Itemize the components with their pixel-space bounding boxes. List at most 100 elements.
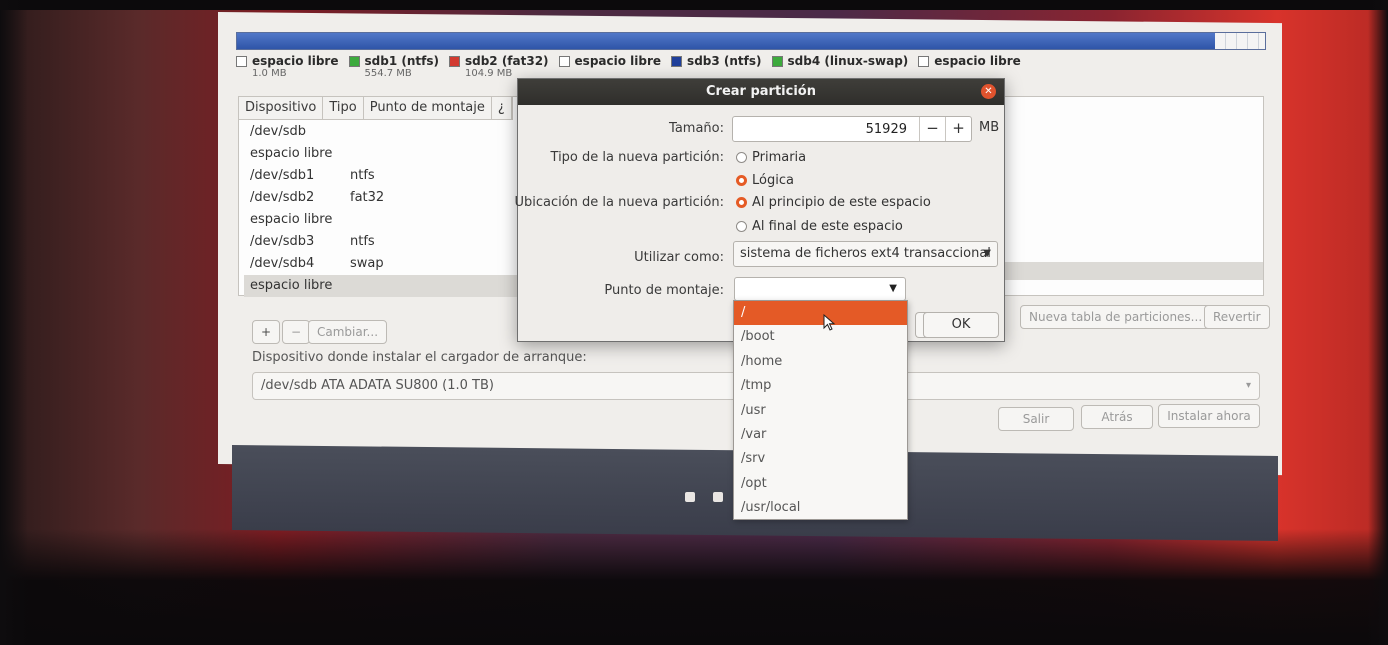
legend-size: 554.7 MB — [364, 68, 412, 79]
legend-label: espacio libre — [252, 54, 339, 68]
progress-dots — [685, 492, 723, 502]
table-row[interactable]: /dev/sdb2 fat32 — [244, 187, 519, 209]
radio-icon — [736, 152, 747, 163]
revert-button[interactable]: Revertir — [1204, 305, 1270, 329]
table-row[interactable]: espacio libre — [244, 209, 519, 231]
size-unit: MB — [979, 120, 1000, 135]
legend-item: sdb3 (ntfs) — [671, 54, 762, 79]
legend-swatch — [918, 55, 930, 67]
monitor-bezel-left — [0, 0, 28, 645]
install-now-button[interactable]: Instalar ahora — [1158, 404, 1260, 428]
radio-logical[interactable]: Lógica — [736, 173, 794, 188]
legend-item: sdb2 (fat32) 104.9 MB — [448, 54, 549, 79]
legend-label: sdb2 (fat32) — [464, 54, 549, 68]
row-type: swap — [350, 256, 384, 271]
mount-option[interactable]: /usr — [734, 399, 907, 423]
radio-logical-label: Lógica — [752, 173, 794, 188]
legend-label: espacio libre — [934, 54, 1021, 68]
decrement-button[interactable]: − — [919, 117, 945, 141]
radio-location-end-label: Al final de este espacio — [752, 219, 903, 234]
column-header-mount[interactable]: Punto de montaje — [364, 97, 492, 119]
partition-legend: espacio libre 1.0 MB sdb1 (ntfs) 554.7 M… — [236, 54, 1021, 79]
close-icon[interactable]: ✕ — [981, 84, 996, 99]
radio-location-end[interactable]: Al final de este espacio — [736, 219, 903, 234]
table-row[interactable]: /dev/sdb1 ntfs — [244, 165, 519, 187]
radio-primary-label: Primaria — [752, 150, 807, 165]
legend-swatch — [558, 55, 570, 67]
row-device: /dev/sdb1 — [250, 168, 315, 183]
radio-icon — [736, 221, 747, 232]
remove-partition-button[interactable]: − — [282, 320, 311, 344]
quit-button[interactable]: Salir — [998, 407, 1074, 431]
legend-label: sdb4 (linux-swap) — [787, 54, 909, 68]
table-row[interactable]: /dev/sdb3 ntfs — [244, 231, 519, 253]
row-device: /dev/sdb3 — [250, 234, 315, 249]
monitor-bezel-top — [0, 0, 1388, 10]
new-partition-table-button[interactable]: Nueva tabla de particiones... — [1020, 305, 1212, 329]
table-row[interactable]: /dev/sdb — [244, 121, 519, 143]
use-as-label: Utilizar como: — [634, 250, 724, 265]
dialog-title-bar: Crear partición ✕ — [518, 79, 1004, 105]
legend-item: espacio libre 1.0 MB — [236, 54, 339, 79]
mount-option[interactable]: /opt — [734, 472, 907, 496]
chevron-down-icon: ▼ — [983, 248, 991, 259]
table-row[interactable]: espacio libre — [244, 143, 519, 165]
monitor-bezel-right — [1368, 0, 1388, 645]
legend-size: 1.0 MB — [252, 68, 287, 79]
row-device: espacio libre — [250, 146, 333, 161]
legend-item: espacio libre — [558, 54, 662, 79]
back-button[interactable]: Atrás — [1081, 405, 1153, 429]
size-label: Tamaño: — [669, 121, 724, 136]
legend-label: espacio libre — [574, 54, 662, 68]
free-space-segment — [1215, 33, 1265, 49]
partition-type-label: Tipo de la nueva partición: — [550, 150, 724, 165]
bootloader-label: Dispositivo donde instalar el cargador d… — [252, 350, 587, 365]
mount-option[interactable]: /usr/local — [734, 496, 907, 520]
row-device: /dev/sdb4 — [250, 256, 315, 271]
mount-option[interactable]: /srv — [734, 447, 907, 471]
increment-button[interactable]: + — [945, 117, 971, 141]
disk-usage-bar — [236, 32, 1266, 50]
add-partition-button[interactable]: + — [252, 320, 281, 344]
legend-swatch — [348, 55, 360, 67]
mouse-pointer-icon — [823, 314, 836, 331]
row-type: ntfs — [350, 168, 375, 183]
radio-location-start[interactable]: Al principio de este espacio — [736, 195, 931, 210]
change-partition-button[interactable]: Cambiar... — [308, 320, 388, 344]
dialog-title: Crear partición — [706, 84, 816, 99]
row-type: fat32 — [350, 190, 385, 205]
column-header-device[interactable]: Dispositivo — [239, 97, 324, 119]
partition-table-header: Dispositivo Tipo Punto de montaje ¿ — [238, 96, 513, 120]
legend-swatch — [671, 55, 683, 67]
column-header-format[interactable]: ¿ — [492, 97, 512, 119]
legend-swatch — [448, 55, 460, 67]
legend-label: sdb1 (ntfs) — [364, 54, 439, 68]
size-spinbox[interactable]: 51929 − + — [732, 116, 972, 142]
radio-checked-icon — [736, 175, 747, 186]
radio-primary[interactable]: Primaria — [736, 150, 806, 165]
chevron-down-icon[interactable]: ▼ — [889, 283, 897, 294]
use-as-value: sistema de ficheros ext4 transaccional — [740, 246, 991, 261]
legend-item: sdb1 (ntfs) 554.7 MB — [348, 54, 439, 79]
size-value[interactable]: 51929 — [733, 122, 919, 137]
partition-location-label: Ubicación de la nueva partición: — [514, 195, 724, 210]
row-device: /dev/sdb — [250, 124, 306, 139]
mount-option[interactable]: /var — [734, 423, 907, 447]
legend-label: sdb3 (ntfs) — [687, 54, 762, 68]
selected-row-highlight — [1005, 262, 1263, 280]
progress-dot — [713, 492, 723, 502]
partition-rows: /dev/sdb espacio libre /dev/sdb1 ntfs /de… — [244, 121, 519, 297]
mount-option[interactable]: /home — [734, 350, 907, 374]
table-row[interactable]: /dev/sdb4 swap — [244, 253, 519, 275]
legend-item: sdb4 (linux-swap) — [771, 54, 909, 79]
mount-option[interactable]: / — [734, 301, 907, 326]
column-header-type[interactable]: Tipo — [323, 97, 364, 119]
use-as-select[interactable]: sistema de ficheros ext4 transaccional ▼ — [733, 241, 998, 267]
chevron-down-icon: ▾ — [1245, 380, 1251, 391]
mount-point-combo[interactable]: ▼ — [734, 277, 906, 301]
table-row-selected[interactable]: espacio libre — [244, 275, 519, 297]
ok-button[interactable]: OK — [923, 312, 999, 338]
row-type: ntfs — [350, 234, 375, 249]
mount-option[interactable]: /boot — [734, 325, 907, 349]
mount-option[interactable]: /tmp — [734, 374, 907, 398]
